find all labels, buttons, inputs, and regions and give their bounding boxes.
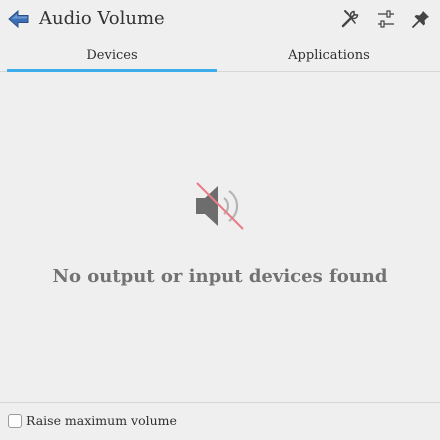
- back-button[interactable]: [6, 8, 32, 30]
- tab-bar: Devices Applications: [0, 38, 440, 72]
- audio-volume-popup: Audio Volume Devices Applications No out…: [0, 0, 440, 440]
- pin-icon: [412, 11, 429, 28]
- window-title: Audio Volume: [39, 8, 165, 29]
- configure-button[interactable]: [338, 7, 362, 31]
- empty-state-message: No output or input devices found: [52, 266, 388, 287]
- pin-button[interactable]: [409, 7, 433, 31]
- speaker-muted-icon: [196, 182, 244, 230]
- audio-mixer-sliders-icon: [378, 10, 394, 28]
- audio-mixer-button[interactable]: [374, 7, 398, 31]
- raise-max-volume-label[interactable]: Raise maximum volume: [26, 413, 177, 429]
- arrow-left-icon: [8, 9, 29, 29]
- tab-applications[interactable]: Applications: [219, 38, 439, 72]
- selected-tab-indicator: [7, 69, 217, 72]
- tab-devices[interactable]: Devices: [7, 38, 217, 72]
- header: Audio Volume: [0, 0, 440, 38]
- footer: Raise maximum volume: [0, 402, 440, 440]
- raise-max-volume-checkbox[interactable]: [8, 414, 22, 428]
- configure-wrench-icon: [341, 10, 359, 28]
